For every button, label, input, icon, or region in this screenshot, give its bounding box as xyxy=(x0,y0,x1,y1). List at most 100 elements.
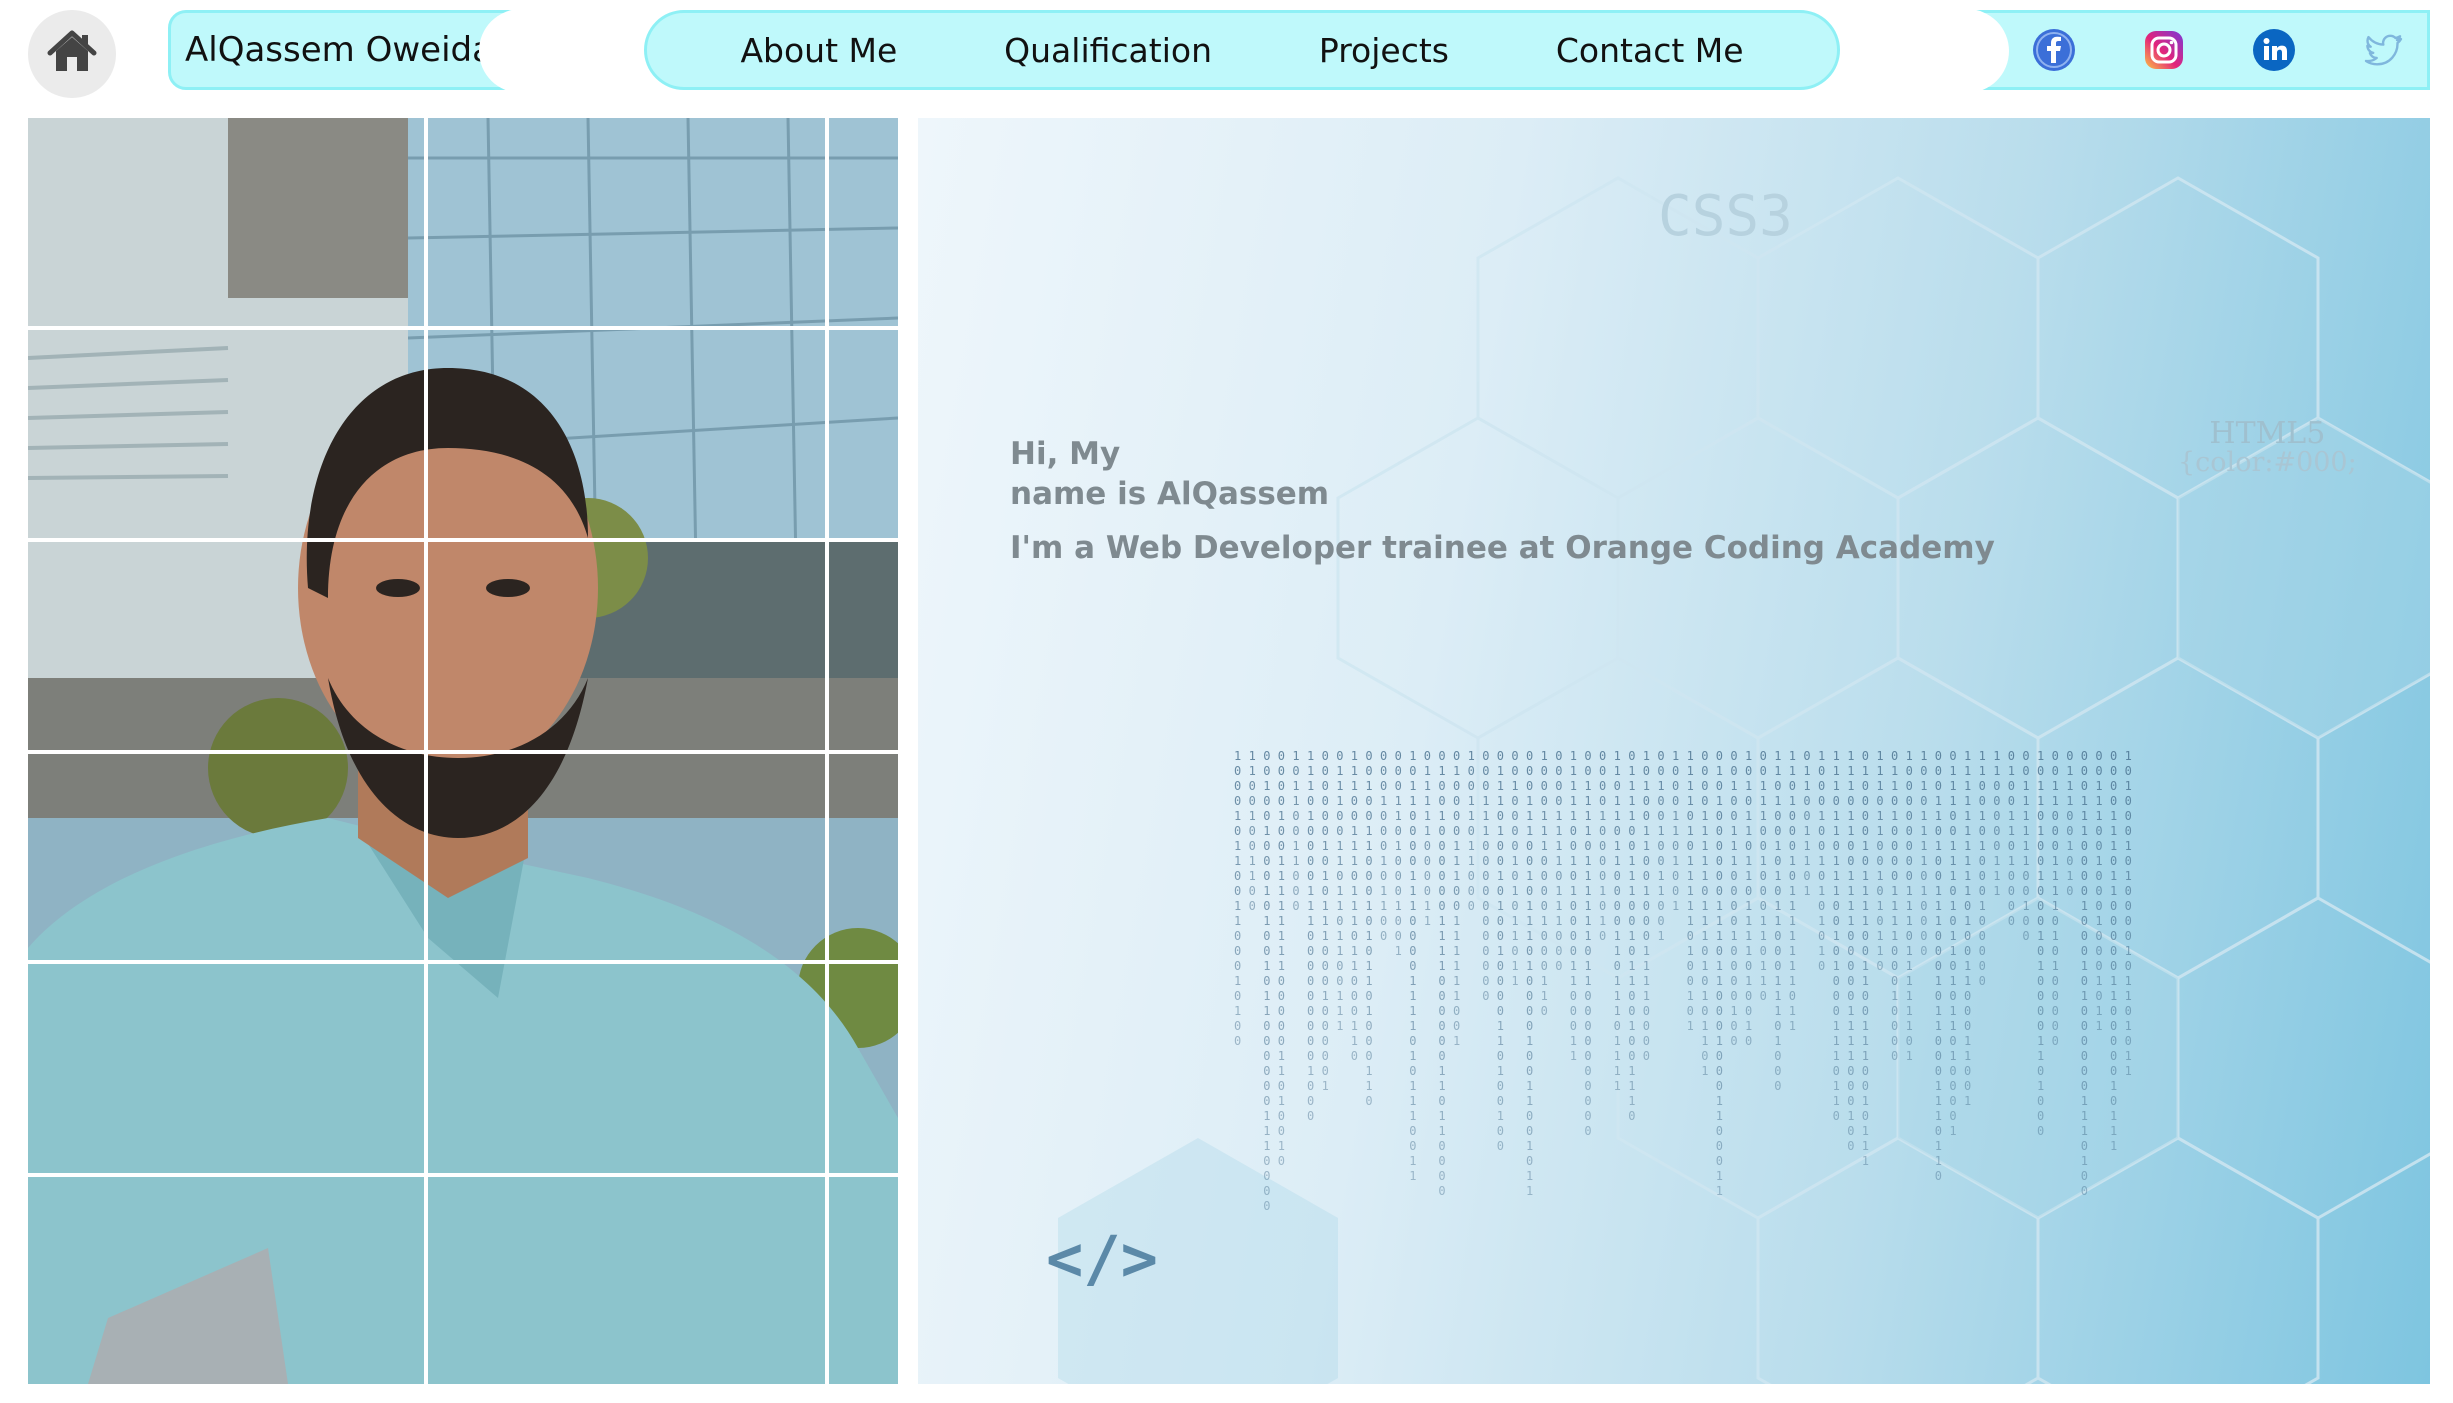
svg-text:0: 0 xyxy=(1774,944,1781,958)
social-links xyxy=(1959,9,2430,93)
svg-text:1: 1 xyxy=(1833,884,1840,898)
svg-text:1: 1 xyxy=(1745,854,1752,868)
nav-about-me[interactable]: About Me xyxy=(740,31,897,70)
svg-text:0: 0 xyxy=(1380,749,1387,763)
instagram-icon[interactable] xyxy=(2141,27,2187,73)
svg-text:0: 0 xyxy=(1263,1169,1270,1183)
svg-text:1: 1 xyxy=(1818,809,1825,823)
svg-text:1: 1 xyxy=(1687,824,1694,838)
svg-text:1: 1 xyxy=(1949,839,1956,853)
svg-text:0: 0 xyxy=(1716,869,1723,883)
svg-text:1: 1 xyxy=(1643,824,1650,838)
svg-text:1: 1 xyxy=(1307,899,1314,913)
svg-text:0: 0 xyxy=(1263,839,1270,853)
svg-text:1: 1 xyxy=(1979,809,1986,823)
linkedin-icon[interactable] xyxy=(2251,27,2297,73)
svg-text:0: 0 xyxy=(1847,929,1854,943)
svg-text:1: 1 xyxy=(2125,779,2132,793)
svg-text:0: 0 xyxy=(1657,764,1664,778)
svg-text:0: 0 xyxy=(1730,869,1737,883)
svg-text:0: 0 xyxy=(1307,1049,1314,1063)
svg-text:0: 0 xyxy=(1292,884,1299,898)
svg-text:0: 0 xyxy=(1730,764,1737,778)
svg-text:0: 0 xyxy=(1657,794,1664,808)
svg-text:1: 1 xyxy=(1745,809,1752,823)
svg-text:0: 0 xyxy=(2052,974,2059,988)
svg-text:0: 0 xyxy=(1249,839,1256,853)
svg-text:1: 1 xyxy=(1920,824,1927,838)
svg-text:1: 1 xyxy=(1847,1049,1854,1063)
svg-text:1: 1 xyxy=(1862,839,1869,853)
svg-text:1: 1 xyxy=(1818,914,1825,928)
svg-text:1: 1 xyxy=(1876,764,1883,778)
svg-text:0: 0 xyxy=(1307,1004,1314,1018)
home-button[interactable] xyxy=(28,10,116,98)
svg-text:0: 0 xyxy=(1614,899,1621,913)
svg-text:0: 0 xyxy=(2037,839,2044,853)
svg-text:1: 1 xyxy=(1570,974,1577,988)
nav-contact-me[interactable]: Contact Me xyxy=(1556,31,1744,70)
svg-text:1: 1 xyxy=(1511,884,1518,898)
svg-text:1: 1 xyxy=(1964,914,1971,928)
svg-text:0: 0 xyxy=(1964,1004,1971,1018)
svg-text:1: 1 xyxy=(1716,914,1723,928)
svg-text:0: 0 xyxy=(1803,749,1810,763)
svg-text:0: 0 xyxy=(1657,809,1664,823)
facebook-icon[interactable] xyxy=(2031,27,2077,73)
svg-text:1: 1 xyxy=(1468,749,1475,763)
nav-qualification[interactable]: Qualification xyxy=(1004,31,1212,70)
svg-text:0: 0 xyxy=(1993,839,2000,853)
svg-text:1: 1 xyxy=(1643,884,1650,898)
svg-text:0: 0 xyxy=(1993,809,2000,823)
svg-text:0: 0 xyxy=(1453,794,1460,808)
svg-text:0: 0 xyxy=(1409,959,1416,973)
hero-tagline: I'm a Web Developer trainee at Orange Co… xyxy=(1010,530,1995,566)
svg-text:1: 1 xyxy=(2110,1079,2117,1093)
svg-text:0: 0 xyxy=(1278,1154,1285,1168)
svg-text:1: 1 xyxy=(1438,1064,1445,1078)
svg-text:1: 1 xyxy=(1847,824,1854,838)
brand-name[interactable]: AlQassem Oweida xyxy=(168,9,529,93)
svg-text:0: 0 xyxy=(2066,854,2073,868)
svg-text:1: 1 xyxy=(1351,899,1358,913)
svg-text:0: 0 xyxy=(1643,1019,1650,1033)
svg-text:1: 1 xyxy=(1292,854,1299,868)
svg-text:1: 1 xyxy=(1570,749,1577,763)
svg-text:0: 0 xyxy=(2110,854,2117,868)
svg-text:0: 0 xyxy=(1541,1004,1548,1018)
twitter-icon[interactable] xyxy=(2361,27,2407,73)
svg-text:0: 0 xyxy=(1278,839,1285,853)
svg-text:0: 0 xyxy=(1438,1139,1445,1153)
svg-text:1: 1 xyxy=(1920,884,1927,898)
svg-text:1: 1 xyxy=(1526,809,1533,823)
svg-text:0: 0 xyxy=(1555,764,1562,778)
svg-text:1: 1 xyxy=(1570,779,1577,793)
svg-text:0: 0 xyxy=(1365,764,1372,778)
svg-text:0: 0 xyxy=(1263,1184,1270,1198)
svg-text:1: 1 xyxy=(1307,749,1314,763)
svg-text:0: 0 xyxy=(1365,884,1372,898)
svg-text:0: 0 xyxy=(2037,1064,2044,1078)
svg-text:0: 0 xyxy=(1818,779,1825,793)
svg-text:0: 0 xyxy=(1511,749,1518,763)
svg-text:0: 0 xyxy=(1541,764,1548,778)
svg-text:1: 1 xyxy=(2022,809,2029,823)
svg-text:0: 0 xyxy=(1555,749,1562,763)
svg-text:0: 0 xyxy=(1351,929,1358,943)
svg-text:1: 1 xyxy=(1424,824,1431,838)
svg-text:1: 1 xyxy=(1730,1004,1737,1018)
svg-text:1: 1 xyxy=(1278,809,1285,823)
svg-text:0: 0 xyxy=(1292,764,1299,778)
svg-text:1: 1 xyxy=(1803,884,1810,898)
svg-text:1: 1 xyxy=(1541,989,1548,1003)
svg-text:0: 0 xyxy=(1395,884,1402,898)
svg-text:0: 0 xyxy=(1818,959,1825,973)
svg-text:0: 0 xyxy=(1307,959,1314,973)
nav-projects[interactable]: Projects xyxy=(1319,31,1449,70)
svg-text:1: 1 xyxy=(1745,944,1752,958)
svg-text:1: 1 xyxy=(1424,914,1431,928)
svg-text:0: 0 xyxy=(1935,929,1942,943)
svg-text:0: 0 xyxy=(1234,989,1241,1003)
svg-text:0: 0 xyxy=(2037,884,2044,898)
svg-text:1: 1 xyxy=(1365,1004,1372,1018)
